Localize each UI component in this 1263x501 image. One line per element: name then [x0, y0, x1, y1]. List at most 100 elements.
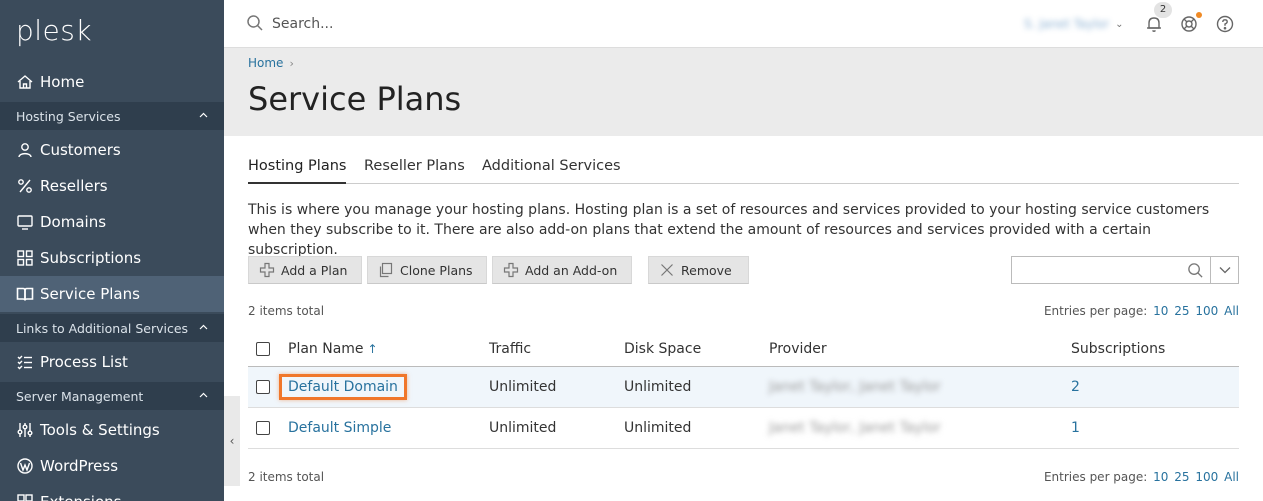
items-total: 2 items total — [248, 470, 325, 484]
search-options-button[interactable] — [1211, 256, 1239, 284]
book-icon — [16, 285, 34, 303]
row-checkbox[interactable] — [256, 420, 270, 435]
entries-per-page: Entries per page: 10 25 100 All — [1044, 304, 1239, 318]
user-menu[interactable]: S. Janet Taylor ⌄ — [1024, 14, 1123, 34]
column-provider[interactable]: Provider — [769, 332, 1071, 367]
sidebar-item-label: Resellers — [40, 177, 108, 195]
sidebar-section-label: Server Management — [16, 388, 144, 404]
items-total: 2 items total — [248, 304, 325, 318]
entries-option-all[interactable]: All — [1224, 304, 1239, 318]
tab-bar: Hosting Plans Reseller Plans Additional … — [248, 156, 1239, 184]
home-icon — [16, 73, 34, 91]
clone-plans-label: Clone Plans — [400, 262, 473, 278]
sidebar-item-customers[interactable]: Customers — [0, 132, 224, 168]
top-header: S. Janet Taylor ⌄ 2 — [224, 0, 1263, 48]
page-description: This is where you manage your hosting pl… — [248, 202, 1210, 258]
column-traffic[interactable]: Traffic — [489, 332, 624, 367]
subscriptions-count-link[interactable]: 1 — [1071, 420, 1080, 436]
sidebar-item-label: Home — [40, 73, 85, 91]
column-plan-name[interactable]: Plan Name ↑ — [288, 332, 489, 367]
chevron-down-icon: ⌄ — [1115, 18, 1124, 30]
sidebar-item-extensions[interactable]: Extensions — [0, 484, 224, 501]
clone-plans-button[interactable]: Clone Plans — [367, 256, 487, 284]
user-name: S. Janet Taylor — [1024, 17, 1110, 31]
entries-option-all[interactable]: All — [1224, 470, 1239, 484]
notifications-badge: 2 — [1154, 2, 1172, 18]
entries-option-10[interactable]: 10 — [1153, 470, 1168, 484]
add-addon-label: Add an Add-on — [525, 262, 618, 278]
entries-option-25[interactable]: 25 — [1174, 304, 1189, 318]
entries-option-10[interactable]: 10 — [1153, 304, 1168, 318]
plans-table: Plan Name ↑ Traffic Disk Space Provider S… — [248, 332, 1239, 449]
global-search-input[interactable] — [272, 12, 572, 36]
table-header-row: Plan Name ↑ Traffic Disk Space Provider S… — [248, 332, 1239, 367]
add-plan-button[interactable]: Add a Plan — [248, 256, 362, 284]
disk-space-value: Unlimited — [624, 407, 769, 449]
percent-icon — [16, 177, 34, 195]
help-icon[interactable] — [1215, 14, 1235, 34]
sort-asc-icon: ↑ — [367, 341, 378, 356]
monitor-icon — [16, 213, 34, 231]
sidebar-item-label: WordPress — [40, 457, 119, 475]
plus-icon — [259, 262, 275, 278]
column-disk-space[interactable]: Disk Space — [624, 332, 769, 367]
page-header: Home › Service Plans — [224, 48, 1263, 136]
column-label: Plan Name — [288, 340, 364, 357]
column-subscriptions[interactable]: Subscriptions — [1071, 332, 1239, 367]
entries-label: Entries per page: — [1043, 470, 1148, 484]
entries-option-25[interactable]: 25 — [1174, 470, 1189, 484]
list-meta-top: 2 items total Entries per page: 10 25 10… — [248, 304, 1239, 322]
sidebar: plesk Home Hosting Services Customers Re… — [0, 0, 224, 501]
sidebar-item-home[interactable]: Home — [0, 64, 224, 100]
list-toolbar: Add a Plan Clone Plans Add an Add-on Rem… — [248, 256, 1239, 284]
provider-value: Janet Taylor, Janet Taylor — [769, 378, 941, 395]
chevron-left-icon: ‹ — [229, 434, 235, 448]
list-search-input[interactable] — [1012, 257, 1182, 283]
sidebar-item-subscriptions[interactable]: Subscriptions — [0, 240, 224, 276]
sidebar-item-label: Tools & Settings — [40, 421, 160, 439]
disk-space-value: Unlimited — [624, 366, 769, 408]
checklist-icon — [16, 353, 34, 371]
sidebar-item-service-plans[interactable]: Service Plans — [0, 276, 224, 312]
sidebar-collapse-button[interactable]: ‹ — [224, 396, 240, 486]
wordpress-icon — [16, 457, 34, 475]
row-checkbox[interactable] — [256, 379, 270, 394]
remove-button[interactable]: Remove — [648, 256, 749, 284]
plan-name-link[interactable]: Default Simple — [288, 420, 391, 436]
sidebar-section-server[interactable]: Server Management — [0, 382, 224, 410]
sidebar-section-label: Links to Additional Services — [16, 320, 189, 336]
user-icon — [16, 141, 34, 159]
entries-label: Entries per page: — [1043, 304, 1148, 318]
tab-additional-services[interactable]: Additional Services — [482, 158, 621, 184]
breadcrumb: Home › — [248, 56, 294, 70]
tab-reseller-plans[interactable]: Reseller Plans — [364, 158, 465, 184]
table-row: Default Simple Unlimited Unlimited Janet… — [248, 407, 1239, 449]
sidebar-item-domains[interactable]: Domains — [0, 204, 224, 240]
sidebar-item-tools-settings[interactable]: Tools & Settings — [0, 412, 224, 448]
sidebar-section-hosting[interactable]: Hosting Services — [0, 102, 224, 130]
remove-label: Remove — [681, 262, 732, 278]
breadcrumb-home-link[interactable]: Home — [248, 56, 283, 70]
chevron-up-icon — [199, 392, 208, 398]
plan-name-link[interactable]: Default Domain — [279, 373, 407, 400]
chevron-up-icon — [199, 112, 208, 118]
add-addon-button[interactable]: Add an Add-on — [492, 256, 632, 284]
search-icon[interactable] — [1187, 262, 1204, 279]
entries-option-100[interactable]: 100 — [1195, 304, 1218, 318]
plesk-logo[interactable]: plesk — [16, 14, 92, 47]
grid-icon — [16, 249, 34, 267]
add-plan-label: Add a Plan — [281, 262, 348, 278]
sidebar-item-resellers[interactable]: Resellers — [0, 168, 224, 204]
sidebar-item-wordpress[interactable]: WordPress — [0, 448, 224, 484]
chevron-up-icon — [199, 324, 208, 330]
sidebar-item-process-list[interactable]: Process List — [0, 344, 224, 380]
subscriptions-count-link[interactable]: 2 — [1071, 379, 1080, 395]
select-all-checkbox[interactable] — [256, 341, 270, 356]
sidebar-section-links[interactable]: Links to Additional Services — [0, 314, 224, 342]
search-icon — [247, 15, 263, 31]
entries-option-100[interactable]: 100 — [1195, 470, 1218, 484]
tab-hosting-plans[interactable]: Hosting Plans — [248, 158, 347, 184]
sidebar-item-label: Domains — [40, 213, 107, 231]
sidebar-item-label: Service Plans — [40, 285, 140, 303]
traffic-value: Unlimited — [489, 366, 624, 408]
